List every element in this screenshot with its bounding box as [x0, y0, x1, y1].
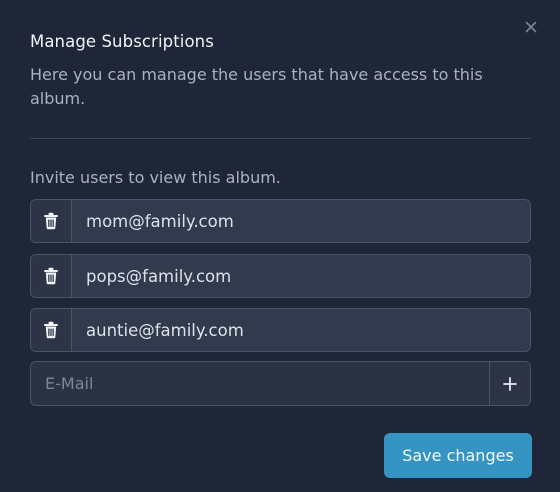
- save-changes-button[interactable]: Save changes: [384, 433, 532, 478]
- trash-icon: [44, 267, 58, 285]
- new-email-row: [30, 361, 531, 406]
- trash-icon: [44, 212, 58, 230]
- manage-subscriptions-dialog: Manage Subscriptions Here you can manage…: [0, 0, 560, 492]
- subscriber-row: pops@family.com: [30, 254, 531, 298]
- close-button[interactable]: [522, 18, 540, 36]
- subscriber-row: auntie@family.com: [30, 308, 531, 352]
- dialog-title: Manage Subscriptions: [30, 32, 214, 51]
- email-input[interactable]: [31, 362, 489, 405]
- delete-subscriber-button[interactable]: [31, 309, 72, 351]
- add-subscriber-button[interactable]: [489, 362, 530, 405]
- delete-subscriber-button[interactable]: [31, 255, 72, 297]
- subscriber-email: pops@family.com: [86, 266, 232, 286]
- plus-icon: [503, 376, 517, 391]
- divider: [30, 138, 531, 139]
- invite-label: Invite users to view this album.: [30, 168, 281, 187]
- subscriber-row: mom@family.com: [30, 199, 531, 243]
- subscriber-email: auntie@family.com: [86, 320, 244, 340]
- dialog-description: Here you can manage the users that have …: [30, 65, 483, 108]
- subscriber-email: mom@family.com: [86, 211, 234, 231]
- delete-subscriber-button[interactable]: [31, 200, 72, 242]
- trash-icon: [44, 321, 58, 339]
- close-icon: [525, 21, 537, 33]
